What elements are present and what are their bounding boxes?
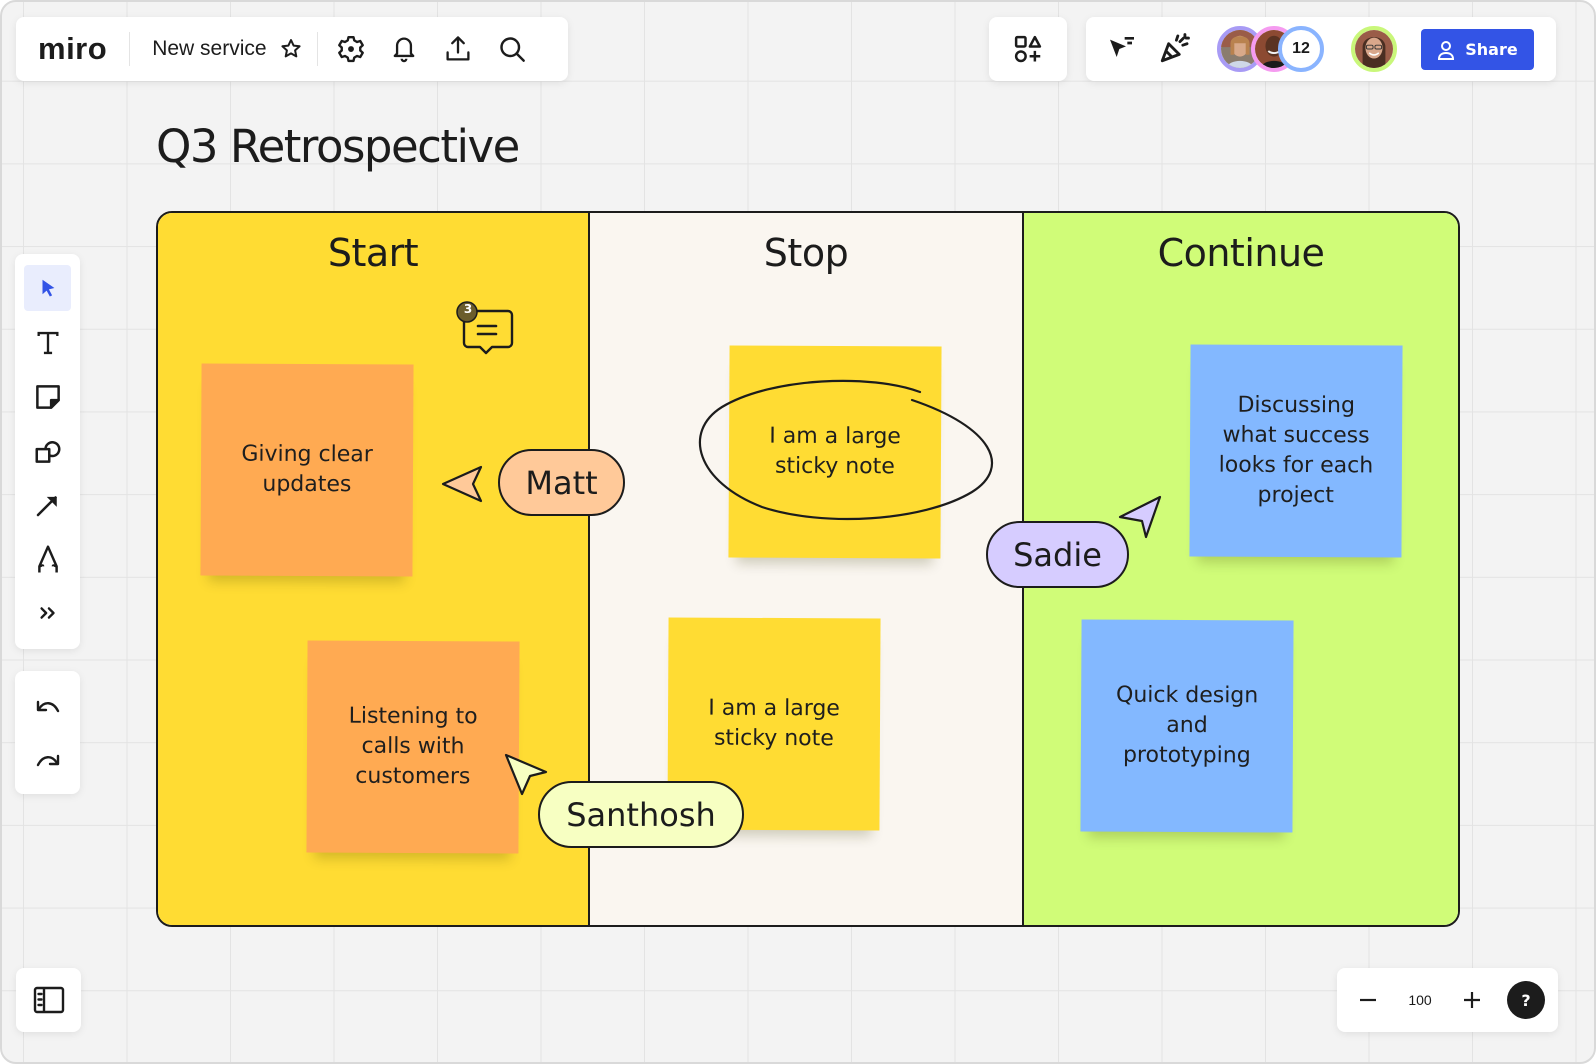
help-button[interactable]: ? — [1507, 981, 1545, 1019]
redo-button[interactable] — [24, 737, 71, 783]
gear-icon[interactable] — [336, 34, 366, 64]
collaborator-count[interactable]: 12 — [1278, 26, 1324, 72]
zoom-level[interactable]: 100 — [1397, 992, 1443, 1008]
cursor-pointer-icon — [1118, 495, 1162, 539]
sticky-note-icon — [35, 385, 60, 409]
cursor-label-matt: Matt — [498, 449, 625, 516]
zoom-in-button[interactable] — [1461, 989, 1483, 1011]
divider — [316, 32, 318, 66]
drawn-ellipse[interactable] — [692, 372, 1002, 527]
board-title[interactable]: Q3 Retrospective — [156, 120, 520, 173]
shapes-icon — [1014, 35, 1042, 63]
creation-toolbar — [15, 254, 80, 649]
share-button[interactable]: Share — [1421, 29, 1534, 70]
cursor-pointer-icon — [504, 753, 548, 796]
redo-icon — [36, 754, 59, 767]
star-icon[interactable] — [279, 37, 303, 61]
plus-icon — [1464, 992, 1480, 1008]
cursor-label-sadie: Sadie — [986, 521, 1129, 588]
search-icon[interactable] — [498, 35, 526, 63]
text-icon — [37, 331, 58, 355]
undo-button[interactable] — [24, 683, 71, 729]
sticky-note[interactable]: Discussing what success looks for each p… — [1189, 344, 1403, 558]
shapes-icon — [35, 441, 60, 463]
sticky-note-tool[interactable] — [24, 374, 71, 420]
arrow-icon — [36, 496, 57, 517]
cursor-icon — [42, 279, 54, 297]
sticky-note[interactable]: Listening to calls with customers — [306, 640, 520, 854]
zoom-controls: 100 ? — [1337, 968, 1558, 1032]
minus-icon — [1360, 998, 1376, 1002]
cursor-filter-icon[interactable] — [1106, 33, 1138, 65]
top-left-toolbar: miro New service — [16, 17, 568, 81]
apps-button[interactable] — [989, 17, 1067, 81]
more-tools-button[interactable] — [24, 590, 71, 636]
bell-icon[interactable] — [390, 34, 418, 64]
user-icon — [1438, 40, 1455, 60]
current-user-avatar[interactable] — [1351, 26, 1397, 72]
board-canvas[interactable]: miro New service 12 Share 100 ? Q3 Retro… — [0, 0, 1596, 1064]
column-heading: Stop — [763, 231, 849, 275]
text-tool[interactable] — [24, 320, 71, 366]
cursor-pointer-icon — [441, 465, 483, 503]
sticky-note[interactable]: Giving clear updates — [200, 363, 414, 577]
select-tool[interactable] — [24, 265, 71, 311]
board-name[interactable]: New service — [152, 37, 266, 61]
column-heading: Start — [327, 231, 419, 275]
zoom-out-button[interactable] — [1357, 989, 1379, 1011]
history-toolbar — [15, 671, 80, 794]
sticky-note[interactable]: Quick design and prototyping — [1080, 619, 1294, 833]
sidebar-toggle-button[interactable] — [16, 968, 81, 1032]
connector-tool[interactable] — [24, 482, 71, 528]
comment-count-badge: 3 — [463, 302, 473, 316]
pen-tool[interactable] — [24, 536, 71, 582]
share-label: Share — [1465, 40, 1518, 59]
undo-icon — [36, 700, 59, 713]
chevrons-right-icon — [39, 607, 55, 619]
shapes-tool[interactable] — [24, 428, 71, 474]
cursor-label-santhosh: Santhosh — [538, 781, 744, 848]
upload-icon[interactable] — [444, 34, 472, 64]
divider — [129, 32, 131, 66]
celebrate-icon[interactable] — [1158, 31, 1192, 65]
column-heading: Continue — [1157, 231, 1325, 275]
miro-logo[interactable]: miro — [38, 31, 107, 67]
sidebar-panel-icon — [33, 986, 64, 1014]
pen-icon — [37, 545, 58, 573]
